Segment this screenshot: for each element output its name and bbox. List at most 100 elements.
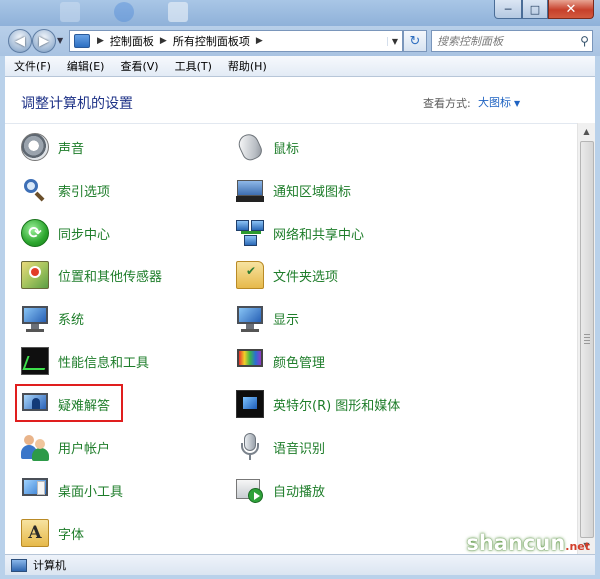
breadcrumb-control-panel[interactable]: 控制面板 [107,33,157,49]
recent-pages-dropdown[interactable]: ▼ [57,36,63,45]
forward-button[interactable]: ▶ [32,29,56,53]
refresh-button[interactable]: ↻ [403,30,427,52]
item-label: 语音识别 [273,441,326,457]
menu-view[interactable]: 查看(V) [113,58,165,74]
sync-center-icon: ⟳ [21,219,49,247]
item-label: 英特尔(R) 图形和媒体 [273,398,401,414]
window-controls: ─ □ ✕ [494,0,594,19]
item-location-sensors[interactable]: 位置和其他传感器 [21,256,162,294]
refresh-icon: ↻ [409,33,421,49]
item-label: 自动播放 [273,484,326,500]
notification-tray-icon [236,176,264,204]
taskbar-ghost-icons [60,2,188,22]
breadcrumb-separator-icon[interactable]: ▶ [157,36,170,46]
ghost-ie-icon [114,2,134,22]
breadcrumb-separator-icon[interactable]: ▶ [253,36,266,46]
item-performance[interactable]: 性能信息和工具 [21,342,149,380]
desktop-gadgets-icon [21,476,49,504]
item-folder-options[interactable]: 文件夹选项 [236,256,338,294]
menu-help[interactable]: 帮助(H) [221,58,274,74]
menu-file[interactable]: 文件(F) [7,58,58,74]
item-label: 索引选项 [58,184,111,200]
view-by-dropdown[interactable]: 大图标 ▼ [478,94,520,110]
watermark-suffix: .net [565,540,590,553]
color-management-icon [236,347,264,375]
mouse-icon [235,130,265,164]
item-network-sharing[interactable]: 网络和共享中心 [236,214,364,252]
item-label: 通知区域图标 [273,184,352,200]
ghost-document-icon [168,2,188,22]
menu-tools[interactable]: 工具(T) [168,58,219,74]
grip-icon [584,332,590,346]
item-mouse[interactable]: 鼠标 [235,128,300,166]
view-by-label: 查看方式: [423,97,471,110]
status-text: 计算机 [33,559,66,572]
item-label: 系统 [58,312,85,328]
item-label: 显示 [273,312,300,328]
title-bar: ─ □ ✕ [0,0,600,26]
minimize-button[interactable]: ─ [494,0,522,19]
item-notification-icons[interactable]: 通知区域图标 [236,171,351,209]
system-monitor-icon [21,304,49,332]
network-icon [236,219,264,247]
address-dropdown-icon[interactable]: ▼ [387,36,402,46]
control-panel-icon [74,34,90,48]
intel-graphics-icon [236,390,264,418]
folder-options-icon [236,261,264,289]
item-label: 用户帐户 [58,441,111,457]
highlight-box [15,384,123,422]
speaker-icon [21,133,49,161]
maximize-button[interactable]: □ [522,0,548,19]
close-button[interactable]: ✕ [548,0,594,19]
vertical-scrollbar[interactable]: ▲ ▼ [577,123,595,554]
item-display[interactable]: 显示 [236,299,299,337]
breadcrumb-separator-icon[interactable]: ▶ [94,36,107,46]
fonts-folder-icon: A [21,519,49,547]
breadcrumb-all-items[interactable]: 所有控制面板项 [170,33,253,49]
item-sound[interactable]: 声音 [21,128,84,166]
scroll-up-icon[interactable]: ▲ [578,123,595,140]
item-label: 文件夹选项 [273,269,339,285]
item-desktop-gadgets[interactable]: 桌面小工具 [21,471,123,509]
item-fonts[interactable]: A 字体 [21,514,84,552]
watermark: shancun.net [466,531,590,555]
location-sensor-icon [21,261,49,289]
item-label: 桌面小工具 [58,484,124,500]
item-label: 颜色管理 [273,355,326,371]
ghost-window-icon [60,2,80,22]
item-label: 同步中心 [58,227,111,243]
status-bar: 计算机 [5,554,595,575]
chevron-down-icon: ▼ [514,99,521,108]
back-button[interactable]: ◀ [8,29,32,53]
item-label: 位置和其他传感器 [58,269,163,285]
search-input[interactable] [432,31,577,51]
item-speech-recognition[interactable]: 语音识别 [236,428,325,466]
item-user-accounts[interactable]: 用户帐户 [21,428,110,466]
search-icon[interactable]: ⚲ [577,34,592,48]
item-label: 性能信息和工具 [58,355,150,371]
address-bar[interactable]: ▶ 控制面板 ▶ 所有控制面板项 ▶ ▼ [69,30,403,52]
item-label: 字体 [58,527,85,543]
back-arrow-icon: ◀ [15,33,25,49]
performance-icon [21,347,49,375]
index-search-icon [21,176,49,204]
scroll-thumb[interactable] [580,141,594,538]
item-label: 声音 [58,141,85,157]
menu-edit[interactable]: 编辑(E) [60,58,112,74]
item-intel-graphics[interactable]: 英特尔(R) 图形和媒体 [236,385,400,423]
item-system[interactable]: 系统 [21,299,84,337]
item-color-management[interactable]: 颜色管理 [236,342,325,380]
watermark-main: shancun [466,531,566,555]
computer-icon [11,558,27,572]
menu-bar: 文件(F) 编辑(E) 查看(V) 工具(T) 帮助(H) [5,56,595,77]
microphone-icon [236,433,264,461]
item-indexing-options[interactable]: 索引选项 [21,171,110,209]
forward-arrow-icon: ▶ [39,33,49,49]
item-autoplay[interactable]: 自动播放 [236,471,325,509]
item-label: 鼠标 [273,141,300,157]
display-monitor-icon [236,304,264,332]
search-box[interactable]: ⚲ [431,30,593,52]
item-sync-center[interactable]: ⟳ 同步中心 [21,214,110,252]
address-row: ◀ ▶ ▼ ▶ 控制面板 ▶ 所有控制面板项 ▶ ▼ ↻ ⚲ [0,26,600,56]
item-label: 网络和共享中心 [273,227,365,243]
